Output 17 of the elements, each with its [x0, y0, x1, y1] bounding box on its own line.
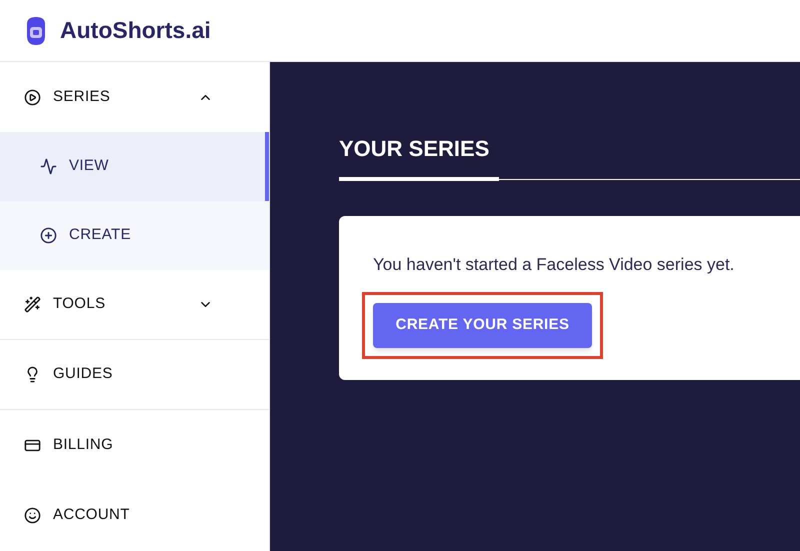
- your-series-tab[interactable]: YOUR SERIES: [339, 132, 499, 181]
- sidebar-item[interactable]: BILLING: [0, 410, 269, 480]
- play-circle-icon: [24, 88, 41, 106]
- plus-circle-icon: [40, 227, 57, 244]
- sidebar-subitem[interactable]: CREATE: [0, 201, 269, 270]
- brand-name: AutoShorts.ai: [60, 16, 211, 46]
- line-chart-icon: [40, 158, 57, 175]
- create-series-button[interactable]: CREATE YOUR SERIES: [373, 302, 592, 348]
- face-icon: [24, 506, 41, 524]
- sidebar-item[interactable]: TOOLS: [0, 270, 269, 340]
- magic-wand-icon: [24, 296, 41, 313]
- sidebar-item[interactable]: GUIDES: [0, 340, 269, 410]
- empty-message: You haven't started a Faceless Video series yet.: [373, 254, 736, 276]
- logo-icon: [24, 16, 48, 46]
- sidebar-item[interactable]: SERIES: [0, 62, 269, 132]
- sidebar-item[interactable]: ACCOUNT: [0, 480, 269, 550]
- sidebar-subitem[interactable]: VIEW: [0, 132, 269, 201]
